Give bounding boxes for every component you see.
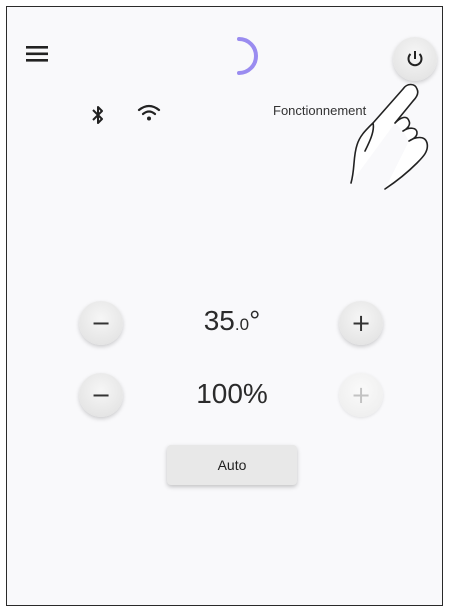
plus-label: + [350,381,372,409]
auto-button-label: Auto [217,457,247,473]
temperature-decrease-button[interactable]: − [79,301,123,345]
temperature-decimal: .0 [234,315,250,334]
plus-label: + [350,309,372,337]
minus-label: − [90,309,112,337]
wifi-icon [137,104,161,121]
minus-label: − [90,381,112,409]
fan-increase-button[interactable]: + [339,373,383,417]
fan-decrease-button[interactable]: − [79,373,123,417]
fan-value: 100% [196,378,268,409]
temperature-value: 35.0° [157,305,307,337]
temperature-integer: 35 [203,305,235,336]
power-icon [407,51,423,67]
app-frame: Fonctionnement − 35.0° + − 100% + Auto [6,6,443,606]
pointing-hand-icon [350,83,429,190]
hamburger-menu-icon [26,46,48,62]
bluetooth-icon [92,106,103,124]
loading-spinner-icon [237,37,258,75]
auto-button[interactable]: Auto [167,445,297,485]
temperature-increase-button[interactable]: + [339,301,383,345]
temperature-unit: ° [249,305,261,336]
menu-button[interactable] [21,41,55,69]
